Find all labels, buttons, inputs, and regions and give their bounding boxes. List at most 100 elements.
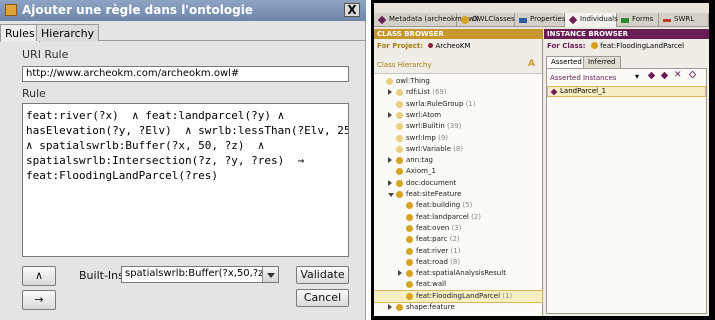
class-label: swrl:Atom: [406, 110, 442, 119]
class-tree-row[interactable]: swrl:Builtin (39): [374, 121, 542, 132]
class-tree-row[interactable]: feat:spatialAnalysisResult: [374, 268, 542, 279]
rule-label: Rule: [22, 87, 46, 100]
class-icon: [396, 89, 403, 97]
protege-window: Metadata (archeokm.owl) OWLClasses Prope…: [371, 0, 715, 320]
project-icon: [428, 43, 434, 48]
instance-count: (1): [463, 99, 476, 108]
copy-instance-icon[interactable]: [660, 71, 669, 80]
expand-open-icon[interactable]: [388, 193, 394, 197]
close-button[interactable]: X: [344, 3, 360, 17]
cancel-button[interactable]: Cancel: [296, 289, 349, 307]
implies-button[interactable]: →: [22, 290, 56, 310]
class-icon: [396, 304, 403, 311]
validate-button[interactable]: Validate: [296, 266, 349, 284]
class-label: feat:siteFeature: [406, 190, 462, 198]
rule-line: feat:FloodingLandParcel(?res): [26, 169, 219, 182]
class-icon: [396, 168, 403, 176]
builtins-select[interactable]: spatialswrlb:Buffer(?x,50,?z): [121, 266, 279, 283]
instance-count: (9): [435, 133, 449, 142]
chevron-down-icon[interactable]: [262, 267, 278, 282]
tab-forms[interactable]: Forms: [617, 13, 659, 27]
tab-hierarchy[interactable]: Hierarchy: [36, 24, 100, 41]
class-tree-row[interactable]: swrla:RuleGroup (1): [374, 99, 542, 110]
class-tree-row[interactable]: rdf:List (69): [374, 87, 542, 98]
class-tree-row[interactable]: feat:siteFeature: [374, 189, 542, 200]
class-icon: [406, 213, 413, 221]
delete-instance-icon[interactable]: ✕: [674, 70, 682, 80]
tab-swrl[interactable]: SWRL: [659, 13, 709, 27]
tab-rules[interactable]: Rules: [0, 24, 40, 42]
tab-label: SWRL: [674, 15, 695, 23]
class-icon: [396, 179, 403, 187]
uri-rule-input[interactable]: http://www.archeokm.com/archeokm.owl#: [22, 66, 349, 82]
class-hierarchy-label: Class Hierarchy: [377, 61, 432, 69]
java-app-icon: [5, 4, 17, 16]
for-project-label: For Project:: [377, 42, 424, 50]
class-label: swrla:RuleGroup (1): [406, 99, 476, 108]
class-tree-row[interactable]: feat:wall: [374, 279, 542, 290]
expand-closed-icon[interactable]: [398, 270, 402, 277]
class-tree-row[interactable]: feat:parc (2): [374, 234, 542, 245]
tab-inferred[interactable]: Inferred: [583, 56, 621, 68]
selected-class-name: feat:FloodingLandParcel: [600, 42, 685, 50]
instance-browser: For Class: feat:FloodingLandParcel Asser…: [544, 39, 709, 316]
class-label: feat:FloodingLandParcel (1): [416, 291, 513, 300]
class-tree-row[interactable]: swrl:Variable (8): [374, 144, 542, 155]
class-icon: [386, 78, 393, 85]
class-icon: [396, 145, 403, 153]
class-tree-row[interactable]: swrl:Atom: [374, 110, 542, 121]
for-project: For Project: ArcheoKM: [377, 42, 471, 50]
protege-content: Metadata (archeokm.owl) OWLClasses Prope…: [374, 3, 709, 316]
tab-individuals[interactable]: Individuals: [565, 13, 618, 27]
dropdown-arrow-icon[interactable]: ▾: [635, 72, 639, 81]
expand-closed-icon[interactable]: [388, 89, 392, 96]
class-tree-row[interactable]: feat:building (5): [374, 200, 542, 211]
class-label: feat:landparcel (2): [416, 212, 481, 221]
annotation-icon[interactable]: [688, 70, 697, 79]
class-icon: [396, 111, 403, 119]
instance-count: (2): [447, 235, 460, 244]
create-instance-icon[interactable]: [647, 71, 656, 80]
instance-count: (69): [430, 88, 447, 97]
class-label: feat:wall: [416, 280, 447, 289]
class-tree-row[interactable]: feat:river (1): [374, 246, 542, 257]
class-tree-row[interactable]: feat:road (8): [374, 257, 542, 268]
class-tree-row[interactable]: feat:FloodingLandParcel (1): [374, 289, 543, 303]
instance-count: (1): [448, 246, 461, 255]
class-icon: [406, 292, 413, 300]
tab-owlclasses[interactable]: OWLClasses: [457, 13, 515, 27]
expand-closed-icon[interactable]: [388, 157, 392, 164]
search-icon[interactable]: A: [528, 59, 535, 69]
builtins-selected-value: spatialswrlb:Buffer(?x,50,?z): [125, 268, 268, 279]
dialog-titlebar: Ajouter une règle dans l'ontologie X: [0, 0, 366, 21]
and-button[interactable]: ∧: [22, 266, 56, 286]
expand-closed-icon[interactable]: [388, 179, 392, 186]
instance-row[interactable]: LandParcel_1: [547, 86, 706, 97]
rule-line: hasElevation(?y, ?Elv) ∧ swrlb:lessThan(…: [26, 124, 349, 137]
expand-closed-icon[interactable]: [388, 111, 392, 118]
tab-label: Forms: [632, 15, 654, 23]
class-tree-row[interactable]: Axiom_1: [374, 166, 542, 177]
class-label: feat:oven (3): [416, 223, 462, 232]
uri-rule-label: URI Rule: [22, 48, 69, 61]
class-tree-row[interactable]: swrl:Imp (9): [374, 133, 542, 144]
class-tree-row[interactable]: feat:oven (3): [374, 223, 542, 234]
class-tree-row[interactable]: feat:landparcel (2): [374, 212, 542, 223]
rule-line: spatialswrlb:Intersection(?z, ?y, ?res) …: [26, 154, 305, 167]
tab-properties[interactable]: Properties: [515, 13, 565, 27]
class-tree-row[interactable]: doc:document: [374, 178, 542, 189]
class-tree: owl:Thing rdf:List (69) swrla:RuleGroup (1…: [374, 73, 543, 316]
class-icon: [406, 281, 413, 289]
class-tree-row[interactable]: ann:tag: [374, 155, 542, 166]
tab-asserted[interactable]: Asserted: [546, 56, 587, 68]
swrl-icon: [663, 19, 671, 22]
instance-browser-header: INSTANCE BROWSER: [544, 29, 709, 39]
instance-count: (39): [444, 122, 462, 131]
tab-metadata[interactable]: Metadata (archeokm.owl): [374, 13, 479, 27]
expand-closed-icon[interactable]: [388, 304, 392, 310]
instance-count: (8): [447, 257, 461, 266]
class-tree-row[interactable]: shape:feature: [374, 302, 542, 313]
instance-count: (2): [468, 212, 481, 221]
class-tree-row[interactable]: owl:Thing: [374, 76, 542, 87]
rule-editor[interactable]: feat:river(?x) ∧ feat:landparcel(?y) ∧ ha…: [22, 103, 349, 257]
